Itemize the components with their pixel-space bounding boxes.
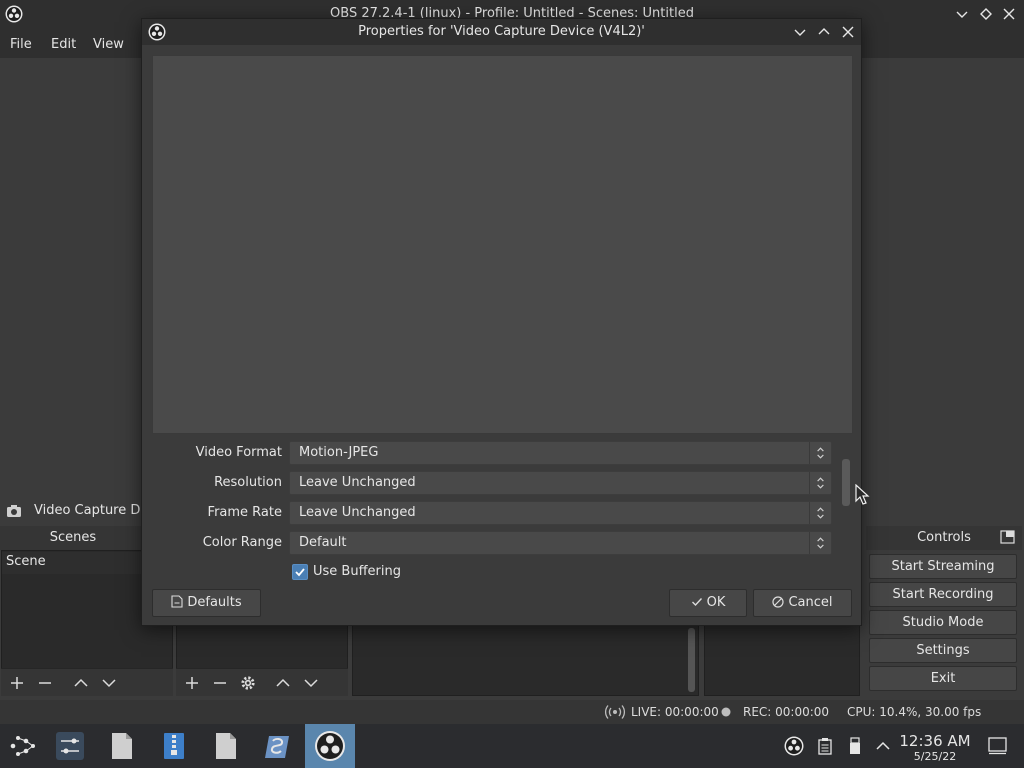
mixer-scrollbar[interactable] [688, 628, 695, 692]
move-up-icon[interactable] [275, 675, 291, 691]
status-bar: LIVE: 00:00:00 REC: 00:00:00 CPU: 10.4%,… [0, 700, 1024, 724]
gear-icon[interactable] [240, 675, 256, 691]
defaults-label: Defaults [187, 595, 242, 610]
taskbar: 12:36 AM 5/25/22 [0, 724, 1024, 768]
use-buffering-label[interactable]: Use Buffering [313, 564, 401, 579]
move-down-icon[interactable] [303, 675, 319, 691]
cpu-usage: CPU: 10.4%, 30.00 fps [847, 705, 982, 719]
remove-source-icon[interactable] [212, 675, 228, 691]
mouse-cursor-icon [855, 484, 870, 505]
frame-rate-value: Leave Unchanged [299, 505, 416, 520]
frame-rate-label: Frame Rate [207, 505, 282, 520]
maximize-icon[interactable] [815, 23, 833, 41]
undock-icon[interactable] [1000, 530, 1015, 544]
menu-view[interactable]: View [93, 37, 124, 52]
rec-timer: REC: 00:00:00 [743, 705, 830, 719]
check-icon [691, 598, 702, 607]
app-launcher-icon[interactable] [6, 730, 38, 762]
sources-toolbar [176, 668, 348, 696]
camera-icon [7, 505, 21, 517]
resolution-select[interactable]: Leave Unchanged [289, 471, 832, 495]
obs-tray-icon[interactable] [784, 736, 804, 756]
move-up-icon[interactable] [73, 675, 89, 691]
obs-logo-icon[interactable] [314, 730, 346, 762]
settings-button[interactable]: Settings [869, 638, 1017, 663]
source-context-bar: Video Capture Devi [0, 498, 160, 524]
start-streaming-button[interactable]: Start Streaming [869, 554, 1017, 579]
spinner-arrows-icon [809, 442, 824, 464]
minimize-icon[interactable] [953, 5, 971, 23]
file-icon[interactable] [106, 730, 138, 762]
resolution-label: Resolution [214, 475, 282, 490]
menu-edit[interactable]: Edit [51, 37, 76, 52]
move-down-icon[interactable] [101, 675, 117, 691]
frame-rate-select[interactable]: Leave Unchanged [289, 501, 832, 525]
scrollbar-thumb[interactable] [842, 459, 850, 506]
properties-dialog: Properties for 'Video Capture Device (V4… [141, 18, 862, 626]
start-recording-button[interactable]: Start Recording [869, 582, 1017, 607]
ok-button[interactable]: OK [669, 589, 747, 617]
color-range-value: Default [299, 535, 347, 550]
add-source-icon[interactable] [184, 675, 200, 691]
ok-label: OK [706, 595, 726, 610]
spinner-arrows-icon [809, 532, 824, 554]
chevron-up-icon[interactable] [874, 737, 892, 755]
document-icon [171, 595, 183, 608]
file-icon[interactable] [210, 730, 242, 762]
studio-mode-button[interactable]: Studio Mode [869, 610, 1017, 635]
show-desktop-icon[interactable] [988, 737, 1007, 755]
cancel-button[interactable]: Cancel [753, 589, 852, 617]
clipboard-icon[interactable] [816, 737, 834, 755]
dialog-titlebar[interactable]: Properties for 'Video Capture Device (V4… [142, 19, 861, 45]
video-format-label: Video Format [195, 445, 282, 460]
use-buffering-checkbox[interactable] [292, 564, 308, 580]
spinner-arrows-icon [809, 472, 824, 494]
source-preview [152, 55, 853, 434]
defaults-button[interactable]: Defaults [152, 589, 261, 617]
exit-button[interactable]: Exit [869, 666, 1017, 691]
system-settings-icon[interactable] [54, 730, 86, 762]
video-format-select[interactable]: Motion-JPEG [289, 441, 832, 465]
live-timer: LIVE: 00:00:00 [631, 705, 719, 719]
cancel-label: Cancel [788, 595, 833, 610]
record-dot-icon [721, 707, 731, 717]
color-range-select[interactable]: Default [289, 531, 832, 555]
scenes-toolbar [1, 668, 173, 696]
close-icon[interactable] [1000, 5, 1018, 23]
video-format-value: Motion-JPEG [299, 445, 379, 460]
checkmark-icon [295, 568, 305, 577]
cancel-icon [772, 596, 785, 608]
clock-time[interactable]: 12:36 AM [893, 732, 977, 750]
maximize-icon[interactable] [977, 5, 995, 23]
archive-file-icon[interactable] [158, 730, 190, 762]
store-bag-icon[interactable] [261, 730, 293, 762]
controls-dock-header: Controls [866, 526, 1022, 550]
broadcast-icon [604, 705, 626, 719]
add-scene-icon[interactable] [9, 675, 25, 691]
clock-date[interactable]: 5/25/22 [893, 750, 977, 763]
dialog-title: Properties for 'Video Capture Device (V4… [358, 24, 645, 39]
minimize-icon[interactable] [791, 23, 809, 41]
spinner-arrows-icon [809, 502, 824, 524]
remove-scene-icon[interactable] [37, 675, 53, 691]
menu-file[interactable]: File [10, 37, 32, 52]
close-icon[interactable] [839, 23, 857, 41]
color-range-label: Color Range [202, 535, 282, 550]
usb-device-icon[interactable] [846, 737, 864, 755]
scenes-dock-header: Scenes [0, 526, 146, 550]
resolution-value: Leave Unchanged [299, 475, 416, 490]
